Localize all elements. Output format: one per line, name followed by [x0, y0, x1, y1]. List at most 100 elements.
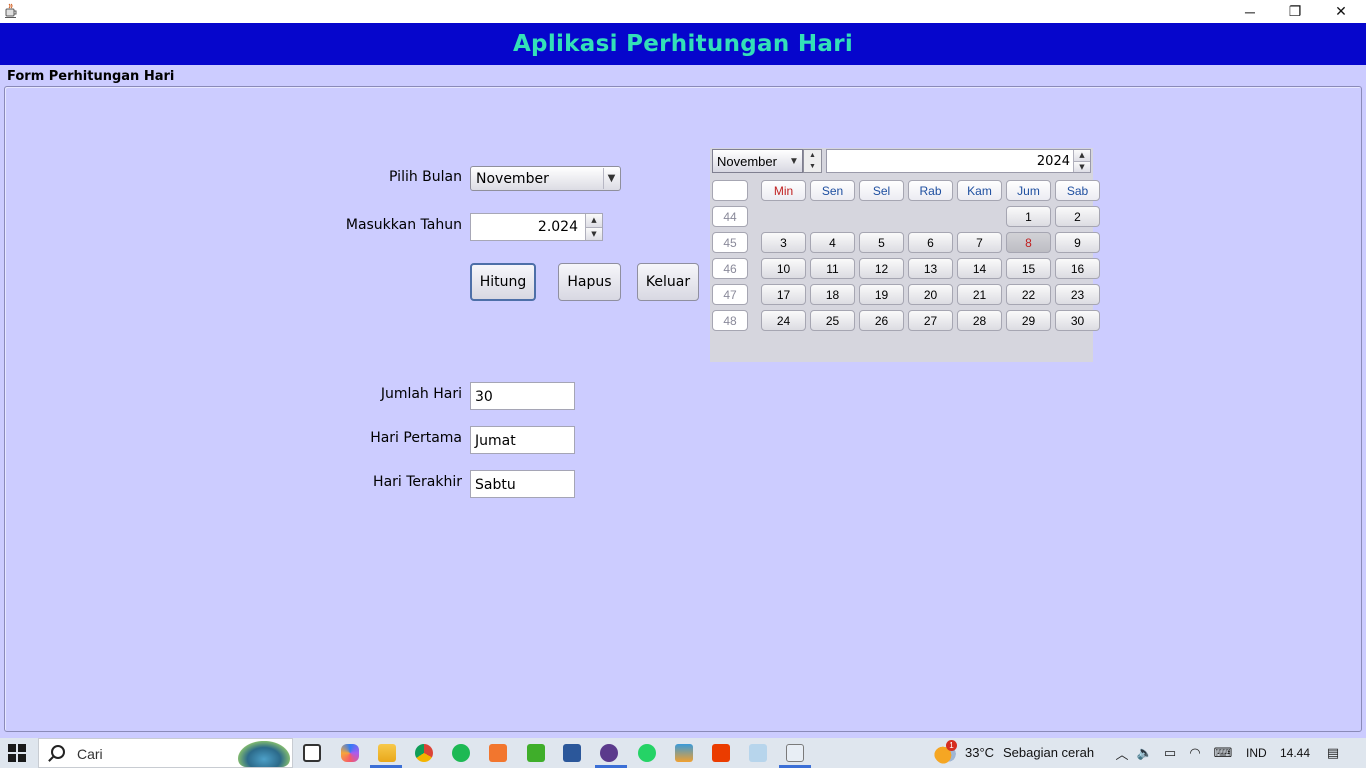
- weather-temperature[interactable]: 33°C: [965, 745, 994, 760]
- battery-icon[interactable]: ▭: [1163, 745, 1177, 760]
- calendar-day[interactable]: 2: [1055, 206, 1100, 227]
- calendar-day[interactable]: 26: [859, 310, 904, 331]
- spin-up-icon[interactable]: ▲: [804, 150, 821, 161]
- hapus-button[interactable]: Hapus: [558, 263, 621, 301]
- app-title: Aplikasi Perhitungan Hari: [512, 31, 854, 57]
- calendar-day[interactable]: 24: [761, 310, 806, 331]
- calendar-day[interactable]: 14: [957, 258, 1002, 279]
- calendar-day[interactable]: 28: [957, 310, 1002, 331]
- calendar-day[interactable]: 13: [908, 258, 953, 279]
- calendar-day-selected[interactable]: 8: [1006, 232, 1051, 253]
- calendar-month-value: November: [717, 154, 777, 169]
- calendar-day[interactable]: 5: [859, 232, 904, 253]
- calendar-day[interactable]: 30: [1055, 310, 1100, 331]
- calendar-day[interactable]: 25: [810, 310, 855, 331]
- calendar-day[interactable]: 15: [1006, 258, 1051, 279]
- notification-icon[interactable]: ▤: [1325, 745, 1341, 760]
- calendar-day[interactable]: 18: [810, 284, 855, 305]
- hari-pertama-field[interactable]: Jumat: [470, 426, 575, 454]
- year-spinner-value: 2.024: [537, 219, 578, 235]
- file-explorer-icon[interactable]: [378, 744, 396, 762]
- spin-up-icon[interactable]: ▲: [586, 214, 602, 227]
- obs-icon[interactable]: [600, 744, 618, 762]
- calendar-year-value: 2024: [1036, 154, 1070, 169]
- calendar-week-number: 48: [712, 310, 748, 331]
- calendar-day[interactable]: 21: [957, 284, 1002, 305]
- java-icon[interactable]: [786, 744, 804, 762]
- chevron-up-icon[interactable]: ︿: [1115, 746, 1129, 762]
- chevron-down-icon[interactable]: ▼: [787, 151, 801, 171]
- month-combobox[interactable]: November ▼: [470, 166, 621, 191]
- month-combobox-value: November: [476, 171, 549, 187]
- spin-down-icon[interactable]: ▼: [586, 226, 602, 240]
- calendar-day[interactable]: 10: [761, 258, 806, 279]
- close-button[interactable]: ✕: [1318, 0, 1364, 23]
- hari-terakhir-field[interactable]: Sabtu: [470, 470, 575, 498]
- calendar-day[interactable]: 11: [810, 258, 855, 279]
- taskbar: Cari 1 33°C Sebagian cerah ︿ 🔈 ▭ ◠ ⌨ IND…: [0, 738, 1366, 768]
- calendar-month-spinner: ▲ ▼: [803, 149, 822, 173]
- calendar-day[interactable]: 1: [1006, 206, 1051, 227]
- calendar-day[interactable]: 12: [859, 258, 904, 279]
- whatsapp-icon[interactable]: [638, 744, 656, 762]
- netbeans-icon[interactable]: [675, 744, 693, 762]
- volume-icon[interactable]: 🔈: [1137, 745, 1153, 760]
- calendar-day[interactable]: 23: [1055, 284, 1100, 305]
- calendar-day[interactable]: 6: [908, 232, 953, 253]
- search-input[interactable]: Cari: [77, 746, 103, 762]
- chevron-down-icon[interactable]: ▼: [603, 168, 619, 189]
- calendar-weekday-header: Sel: [859, 180, 904, 201]
- calendar-day[interactable]: 22: [1006, 284, 1051, 305]
- calendar-widget: November ▼ ▲ ▼ 2024 ▲ ▼ Min Sen Sel Rab Kam J…: [710, 148, 1100, 362]
- office-icon[interactable]: [712, 744, 730, 762]
- calendar-day[interactable]: 20: [908, 284, 953, 305]
- calendar-day[interactable]: 19: [859, 284, 904, 305]
- calendar-day[interactable]: 7: [957, 232, 1002, 253]
- header-banner: Aplikasi Perhitungan Hari: [0, 23, 1366, 65]
- spin-up-icon[interactable]: ▲: [1074, 150, 1090, 161]
- weather-badge: 1: [946, 740, 957, 751]
- clock[interactable]: 14.44: [1280, 746, 1310, 760]
- wifi-icon[interactable]: ◠: [1188, 745, 1202, 760]
- jumlah-hari-label: Jumlah Hari: [380, 386, 462, 402]
- keluar-button[interactable]: Keluar: [637, 263, 699, 301]
- hitung-button[interactable]: Hitung: [470, 263, 536, 301]
- notepad-icon[interactable]: [749, 744, 767, 762]
- calendar-day[interactable]: 9: [1055, 232, 1100, 253]
- spin-down-icon[interactable]: ▼: [1074, 160, 1090, 172]
- camtasia-icon[interactable]: [527, 744, 545, 762]
- weather-description[interactable]: Sebagian cerah: [1003, 745, 1094, 760]
- form-title: Form Perhitungan Hari: [7, 69, 175, 84]
- search-highlight-image: [238, 741, 290, 767]
- year-spinner[interactable]: 2.024 ▲ ▼: [470, 213, 603, 241]
- calendar-month-combobox[interactable]: November ▼: [712, 149, 803, 173]
- minimize-button[interactable]: ─: [1227, 0, 1273, 23]
- spin-down-icon[interactable]: ▼: [804, 161, 821, 172]
- chrome-icon[interactable]: [415, 744, 433, 762]
- calendar-day[interactable]: 16: [1055, 258, 1100, 279]
- word-icon[interactable]: [563, 744, 581, 762]
- task-view-icon[interactable]: [303, 744, 321, 762]
- hari-terakhir-label: Hari Terakhir: [373, 474, 462, 490]
- calendar-day[interactable]: 3: [761, 232, 806, 253]
- keyboard-icon[interactable]: ⌨: [1212, 745, 1234, 760]
- calendar-year-spinner[interactable]: 2024 ▲ ▼: [826, 149, 1091, 173]
- main-content: Form Perhitungan Hari Pilih Bulan Novemb…: [0, 65, 1366, 738]
- taskbar-search[interactable]: Cari: [38, 738, 293, 768]
- calendar-weekday-header: Kam: [957, 180, 1002, 201]
- spotify-icon[interactable]: [452, 744, 470, 762]
- calendar-weekday-header: Sen: [810, 180, 855, 201]
- jumlah-hari-field[interactable]: 30: [470, 382, 575, 410]
- calendar-day[interactable]: 4: [810, 232, 855, 253]
- windows-start-icon[interactable]: [8, 744, 26, 762]
- calendar-weekday-header: Rab: [908, 180, 953, 201]
- calendar-day[interactable]: 17: [761, 284, 806, 305]
- maximize-button[interactable]: ❐: [1272, 0, 1318, 23]
- calendar-day[interactable]: 27: [908, 310, 953, 331]
- language-indicator[interactable]: IND: [1246, 746, 1267, 760]
- calendar-day[interactable]: 29: [1006, 310, 1051, 331]
- xampp-icon[interactable]: [489, 744, 507, 762]
- calendar-weekday-header: Sab: [1055, 180, 1100, 201]
- calendar-week-number: 44: [712, 206, 748, 227]
- copilot-icon[interactable]: [341, 744, 359, 762]
